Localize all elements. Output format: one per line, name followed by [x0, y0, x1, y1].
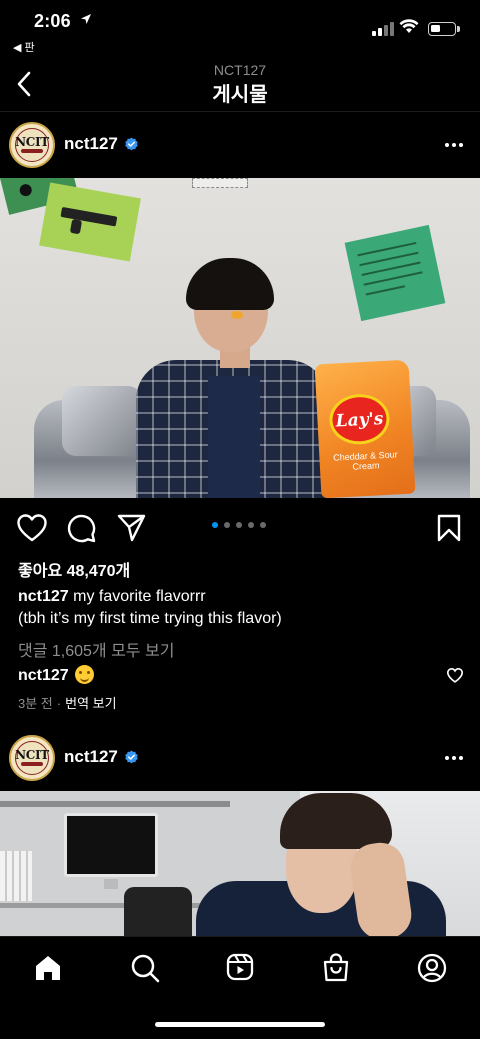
save-bookmark-icon[interactable] [437, 514, 461, 542]
share-icon[interactable] [117, 514, 146, 542]
carousel-indicator [212, 522, 266, 528]
carousel-dot [260, 522, 266, 528]
verified-badge-icon [125, 137, 138, 151]
more-options-icon[interactable] [445, 143, 463, 147]
comment-row: nct127 [18, 665, 94, 685]
post-time: 3분 전 [18, 696, 53, 711]
post-meta: 3분 전 · 번역 보기 [18, 693, 117, 712]
like-count[interactable]: 좋아요 48,470개 [18, 557, 130, 581]
reels-icon[interactable] [226, 953, 254, 981]
post-actions [0, 498, 480, 556]
cellular-signal-icon [372, 22, 394, 36]
smiling-emoji-icon [74, 665, 94, 684]
post-photo[interactable] [0, 791, 480, 936]
chip-flavor-text: Cheddar & Sour Cream [332, 449, 398, 472]
chip-bag: Lay's Cheddar & Sour Cream [314, 359, 416, 498]
post-caption: nct127 my favorite flavorrr (tbh it’s my… [18, 586, 468, 630]
avatar-logo-text: NCIT [15, 135, 49, 149]
wifi-icon [399, 19, 419, 33]
post-username[interactable]: nct127 [64, 134, 118, 154]
carousel-dot [224, 522, 230, 528]
view-all-comments-link[interactable]: 댓글 1,605개 모두 보기 [18, 637, 174, 661]
chip-brand-text: Lay's [335, 409, 384, 432]
avatar-logo-text: NCIT [15, 748, 49, 762]
caption-text: my favorite flavorrr [68, 588, 206, 605]
post-username[interactable]: nct127 [64, 747, 118, 767]
more-options-icon[interactable] [445, 756, 463, 760]
comment-like-heart-icon[interactable] [447, 668, 463, 683]
header-subtitle: NCT127 [213, 62, 267, 78]
profile-icon[interactable] [417, 953, 447, 983]
caption-username[interactable]: nct127 [18, 588, 69, 605]
search-icon[interactable] [130, 953, 160, 983]
carousel-dot [236, 522, 242, 528]
post-header: NCIT nct127 [0, 725, 480, 791]
translate-link[interactable]: 번역 보기 [65, 696, 116, 711]
battery-icon [428, 22, 460, 36]
home-icon[interactable] [33, 953, 63, 983]
post-photo[interactable]: Lay's Cheddar & Sour Cream [0, 178, 480, 498]
location-arrow-icon [81, 14, 91, 24]
comment-icon[interactable] [67, 514, 96, 543]
status-bar: 2:06 ◀ 판 [0, 0, 480, 56]
comment-username[interactable]: nct127 [18, 667, 69, 684]
post-header: NCIT nct127 [0, 112, 480, 178]
like-heart-icon[interactable] [17, 514, 47, 542]
page-title: 게시물 [212, 84, 268, 106]
verified-badge-icon [125, 750, 138, 764]
avatar[interactable]: NCIT [9, 122, 55, 168]
home-indicator [155, 1022, 325, 1027]
top-nav: NCT127 게시물 [0, 56, 480, 112]
shop-icon[interactable] [322, 953, 350, 983]
caption-text-line2: (tbh it’s my first time trying this flav… [18, 610, 282, 627]
meta-separator: · [56, 696, 62, 711]
clock: 2:06 [34, 11, 71, 31]
carousel-dot [248, 522, 254, 528]
carousel-dot [212, 522, 218, 528]
avatar[interactable]: NCIT [9, 735, 55, 781]
back-to-app-link[interactable]: ◀ 판 [13, 39, 35, 55]
